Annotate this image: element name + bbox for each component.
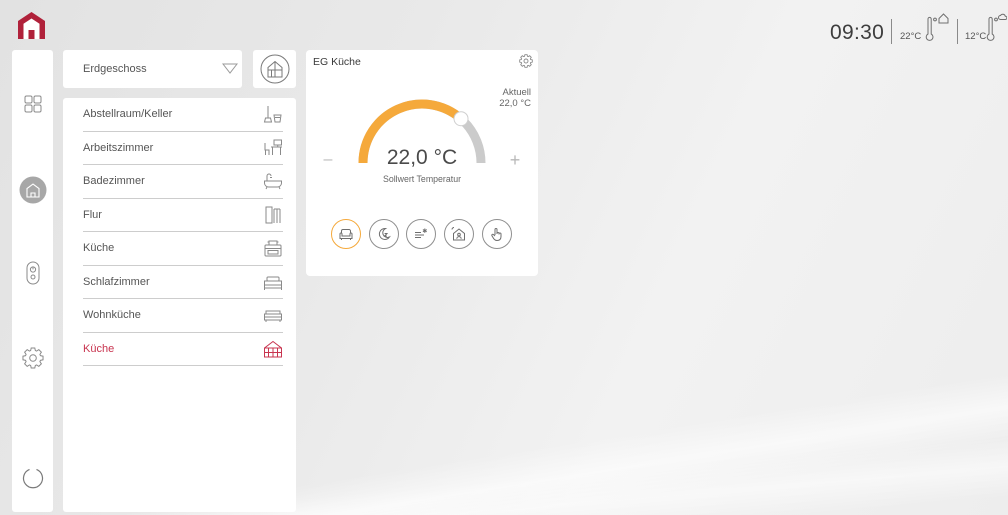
bathtub-icon [263, 172, 283, 190]
room-item-flur[interactable]: Flur [83, 199, 283, 232]
thermometer-icon [925, 15, 937, 43]
decrease-button[interactable]: – [322, 151, 334, 169]
home-logo-graphic [18, 12, 45, 39]
top-bar: 09:30 22°C 12°C [0, 0, 1008, 48]
clock-time: 09:30 [830, 21, 885, 44]
home-logo-icon[interactable] [17, 11, 46, 40]
room-label: Badezimmer [83, 175, 145, 188]
sidebar [12, 50, 53, 512]
room-item-abstellraum[interactable]: Abstellraum/Keller [83, 98, 283, 132]
setpoint-value: 22,0 °C [386, 146, 458, 169]
desk-icon [263, 139, 283, 157]
room-label: Schlafzimmer [83, 275, 150, 288]
floor-select-value: Erdgeschoss [83, 63, 147, 75]
manual-mode-icon [491, 228, 502, 242]
mode-button-manual[interactable] [482, 219, 512, 249]
outdoor-temperature: 12°C [965, 31, 987, 42]
sidebar-item-overview[interactable] [12, 86, 53, 122]
header-divider [957, 19, 958, 44]
remote-control-icon [26, 261, 39, 285]
grid-icon [24, 95, 41, 113]
mode-button-night[interactable] [369, 219, 399, 249]
room-label: Abstellraum/Keller [83, 108, 173, 121]
room-label: Arbeitszimmer [83, 141, 154, 154]
thermometer-icon [986, 15, 998, 43]
hallway-icon [263, 206, 283, 224]
sidebar-item-settings[interactable] [12, 340, 53, 376]
cloud-icon [998, 12, 1007, 21]
setpoint-label: Sollwert Temperatur [382, 174, 462, 184]
indoor-temperature: 22°C [900, 31, 922, 42]
gear-icon [21, 347, 44, 369]
sidebar-item-refresh[interactable] [12, 460, 53, 496]
increase-button[interactable]: + [508, 150, 522, 170]
room-list-panel: Abstellraum/Keller Arbeitszimmer Badezim… [63, 98, 296, 512]
room-item-arbeitszimmer[interactable]: Arbeitszimmer [83, 132, 283, 165]
away-mode-icon [451, 227, 465, 241]
sofa-icon [263, 306, 283, 324]
floor-select[interactable]: Erdgeschoss [63, 50, 242, 88]
header-divider [891, 19, 892, 44]
refresh-icon [22, 468, 43, 489]
room-label: Flur [83, 208, 102, 221]
room-item-schlafzimmer[interactable]: Schlafzimmer [83, 266, 283, 299]
room-card: EG Küche Aktuell 22,0 °C – + 22,0 °C Sol… [306, 50, 538, 276]
room-list: Abstellraum/Keller Arbeitszimmer Badezim… [83, 98, 283, 366]
sidebar-item-home[interactable] [12, 172, 53, 208]
floorplan-icon [260, 54, 290, 84]
stove-icon [263, 239, 283, 257]
night-mode-icon [378, 227, 391, 240]
room-item-wohnkueche[interactable]: Wohnküche [83, 299, 283, 333]
floorplan-button[interactable] [253, 50, 296, 88]
frost-protection-icon [415, 228, 427, 238]
comfort-mode-icon [339, 229, 353, 240]
sidebar-item-remote[interactable] [12, 255, 53, 291]
room-item-kueche[interactable]: Küche [83, 232, 283, 266]
house-small-icon [938, 13, 949, 24]
room-label: Wohnküche [83, 309, 141, 322]
setpoint-gauge [358, 99, 486, 164]
chevron-down-icon [222, 63, 238, 74]
room-item-kueche-selected[interactable]: Küche [83, 333, 283, 366]
mode-button-frost[interactable] [406, 219, 436, 249]
mode-button-comfort[interactable] [331, 219, 361, 249]
mode-button-away[interactable] [444, 219, 474, 249]
bed-icon [263, 273, 283, 291]
storage-icon [263, 105, 283, 123]
room-label: Küche [83, 342, 115, 355]
home-icon [19, 176, 46, 204]
kitchen-house-icon [263, 340, 283, 358]
room-label: Küche [83, 242, 115, 255]
gauge-knob[interactable] [453, 111, 469, 127]
room-item-badezimmer[interactable]: Badezimmer [83, 165, 283, 199]
